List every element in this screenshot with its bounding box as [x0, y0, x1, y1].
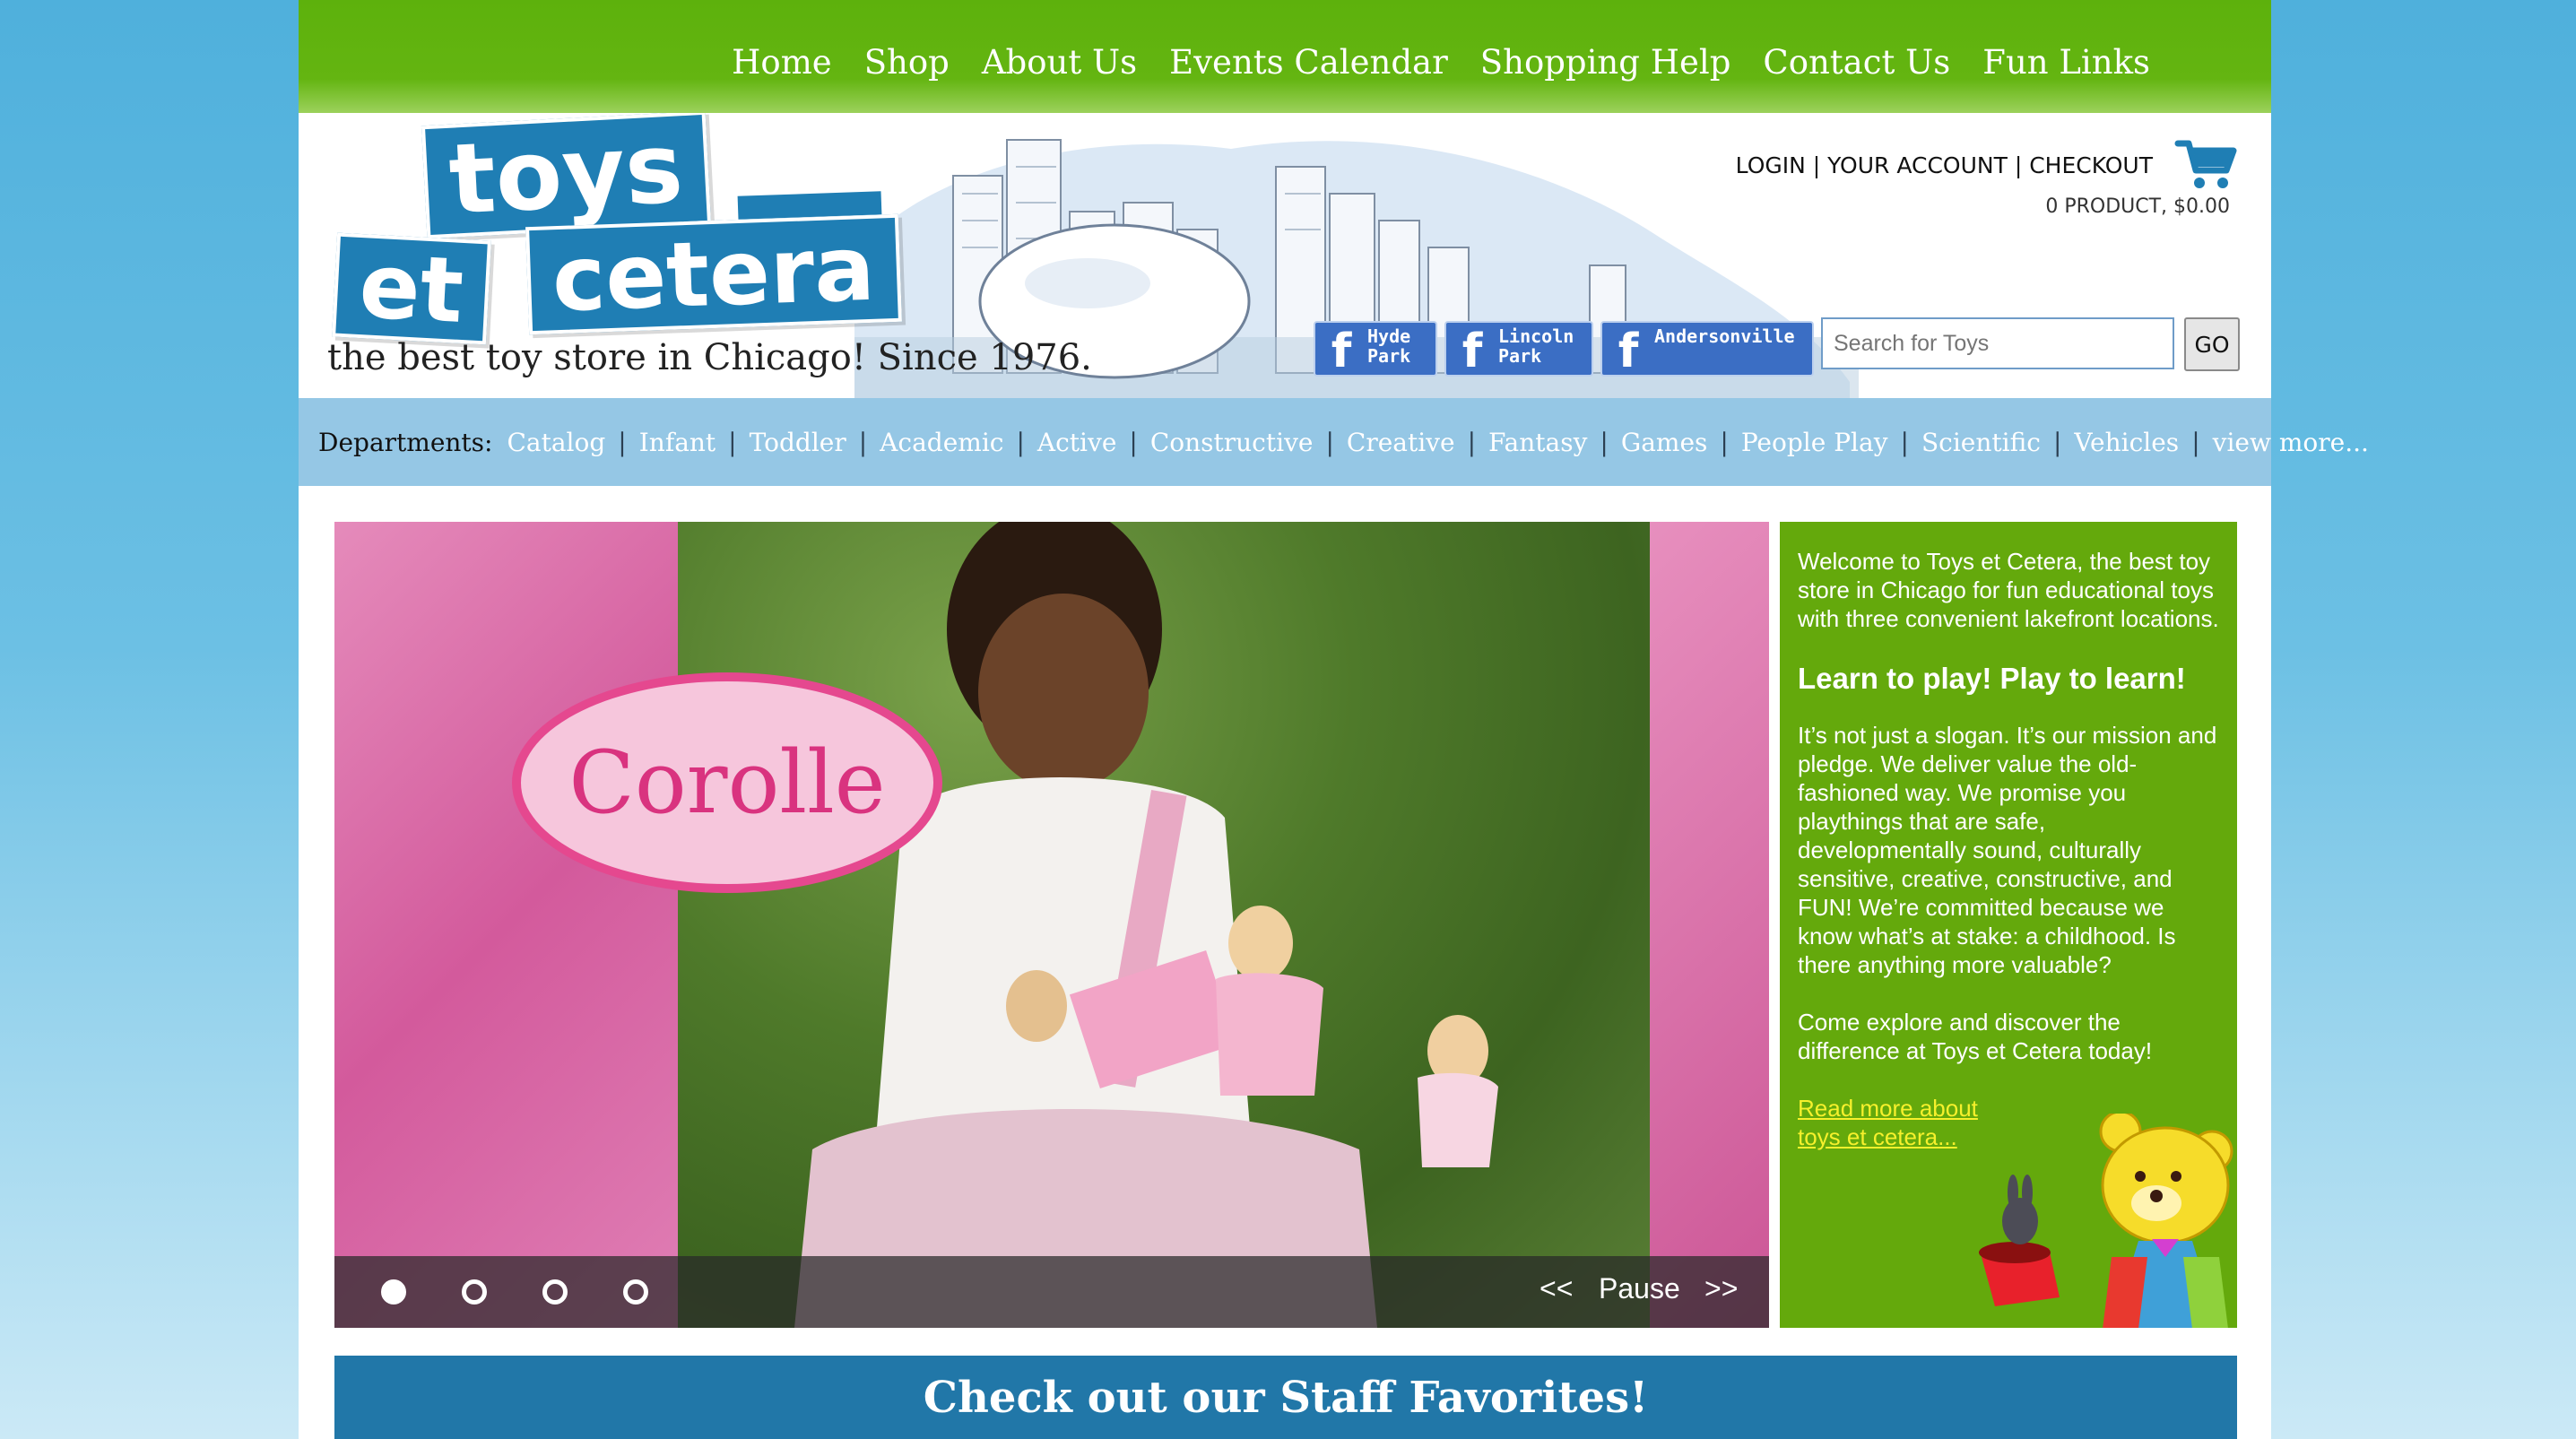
dept-separator: | — [728, 427, 737, 457]
nav-about-us[interactable]: About Us — [982, 43, 1137, 82]
facebook-label-line2: Park — [1498, 345, 1542, 367]
dept-constructive[interactable]: Constructive — [1150, 428, 1314, 457]
checkout-link[interactable]: CHECKOUT — [2029, 152, 2153, 178]
welcome-body: It’s not just a slogan. It’s our mission… — [1798, 722, 2217, 978]
facebook-andersonville-button[interactable]: f Andersonville — [1600, 321, 1814, 377]
top-navigation: Home Shop About Us Events Calendar Shopp… — [299, 0, 2271, 113]
cart-summary: 0 PRODUCT, $0.00 — [2045, 195, 2230, 218]
corolle-brand-logo: Corolle — [512, 672, 942, 893]
shopping-cart-icon[interactable] — [2174, 138, 2237, 192]
facebook-lincoln-park-button[interactable]: f Lincoln Park — [1444, 321, 1593, 377]
corolle-brand-text: Corolle — [568, 733, 886, 833]
nav-shop[interactable]: Shop — [864, 43, 950, 82]
dept-scientific[interactable]: Scientific — [1921, 428, 2041, 457]
site-tagline: the best toy store in Chicago! Since 197… — [327, 337, 1092, 378]
dept-separator: | — [2191, 427, 2200, 457]
nav-events-calendar[interactable]: Events Calendar — [1169, 43, 1448, 82]
search-input[interactable] — [1821, 317, 2174, 369]
nav-shopping-help[interactable]: Shopping Help — [1480, 43, 1731, 82]
logo-word-et: et — [332, 232, 491, 345]
logo-word-cetera: cetera — [525, 213, 902, 335]
dept-fantasy[interactable]: Fantasy — [1488, 428, 1587, 457]
dept-people-play[interactable]: People Play — [1741, 428, 1888, 457]
dept-separator: | — [1467, 427, 1477, 457]
dept-separator: | — [858, 427, 868, 457]
logo-word-toys: toys — [421, 113, 711, 239]
welcome-heading: Learn to play! Play to learn! — [1798, 662, 2186, 695]
slide-pink-panel — [334, 522, 678, 1328]
site-header: toys et cetera the best toy store in Chi… — [299, 113, 2271, 398]
departments-bar: Departments: Catalog | Infant | Toddler | A… — [299, 398, 2369, 486]
slideshow-controls: << Pause >> — [334, 1256, 1769, 1328]
dept-separator: | — [1900, 427, 1909, 457]
facebook-icon: f — [1461, 325, 1483, 378]
welcome-panel: Welcome to Toys et Cetera, the best toy … — [1780, 522, 2237, 1328]
dept-separator: | — [1720, 427, 1729, 457]
dept-infant[interactable]: Infant — [639, 428, 716, 457]
account-links: LOGIN | YOUR ACCOUNT | CHECKOUT — [1736, 152, 2153, 178]
departments-label: Departments: — [318, 427, 493, 457]
slide-prev-button[interactable]: << — [1540, 1272, 1573, 1305]
separator: | — [1805, 152, 1828, 178]
slide-pause-button[interactable]: Pause — [1599, 1272, 1680, 1305]
staff-favorites-banner[interactable]: Check out our Staff Favorites! — [334, 1356, 2237, 1439]
slide-photo-girl-reading-with-dolls — [678, 522, 1650, 1328]
dept-vehicles[interactable]: Vehicles — [2074, 428, 2179, 457]
page-container: Home Shop About Us Events Calendar Shopp… — [299, 0, 2369, 1439]
facebook-label-line1: Hyde — [1367, 325, 1411, 347]
staff-favorites-title: Check out our Staff Favorites! — [923, 1372, 1649, 1423]
welcome-intro: Welcome to Toys et Cetera, the best toy … — [1798, 548, 2219, 632]
your-account-link[interactable]: YOUR ACCOUNT — [1827, 152, 2008, 178]
dept-view-more[interactable]: view more... — [2213, 428, 2369, 457]
separator: | — [2007, 152, 2030, 178]
facebook-label-line1: Andersonville — [1654, 325, 1795, 347]
facebook-label-line2: Park — [1367, 345, 1411, 367]
facebook-hyde-park-button[interactable]: f Hyde Park — [1314, 321, 1437, 377]
facebook-icon: f — [1618, 325, 1639, 378]
site-logo[interactable]: toys et cetera — [325, 113, 902, 345]
slide-dot-3[interactable] — [542, 1279, 568, 1305]
nav-fun-links[interactable]: Fun Links — [1982, 43, 2150, 82]
girl-with-dolls-illustration — [794, 522, 1498, 1328]
dept-separator: | — [1129, 427, 1138, 457]
slide-dot-2[interactable] — [462, 1279, 487, 1305]
dept-separator: | — [1325, 427, 1334, 457]
dept-separator: | — [1016, 427, 1025, 457]
nav-contact-us[interactable]: Contact Us — [1763, 43, 1950, 82]
slide-dot-4[interactable] — [623, 1279, 648, 1305]
dept-academic[interactable]: Academic — [880, 428, 1003, 457]
magician-bear-mascot-icon — [1979, 1114, 2233, 1328]
hero-slideshow[interactable]: Corolle << Pause >> — [334, 522, 1769, 1328]
search-go-button[interactable]: GO — [2184, 317, 2240, 371]
dept-separator: | — [1600, 427, 1609, 457]
dept-separator: | — [2052, 427, 2062, 457]
dept-catalog[interactable]: Catalog — [507, 428, 605, 457]
slide-pink-panel-right — [1650, 522, 1769, 1328]
dept-games[interactable]: Games — [1621, 428, 1708, 457]
slide-next-button[interactable]: >> — [1704, 1272, 1738, 1305]
welcome-closing: Come explore and discover the difference… — [1798, 1009, 2153, 1064]
dept-separator: | — [618, 427, 627, 457]
nav-home[interactable]: Home — [732, 43, 832, 82]
slide-dot-1[interactable] — [381, 1279, 406, 1305]
facebook-label-line1: Lincoln — [1498, 325, 1574, 347]
main-menu: Home Shop About Us Events Calendar Shopp… — [732, 43, 2150, 82]
dept-toddler[interactable]: Toddler — [750, 428, 846, 457]
login-link[interactable]: LOGIN — [1736, 152, 1806, 178]
dept-active[interactable]: Active — [1037, 428, 1117, 457]
dept-creative[interactable]: Creative — [1347, 428, 1455, 457]
facebook-icon: f — [1331, 325, 1352, 378]
